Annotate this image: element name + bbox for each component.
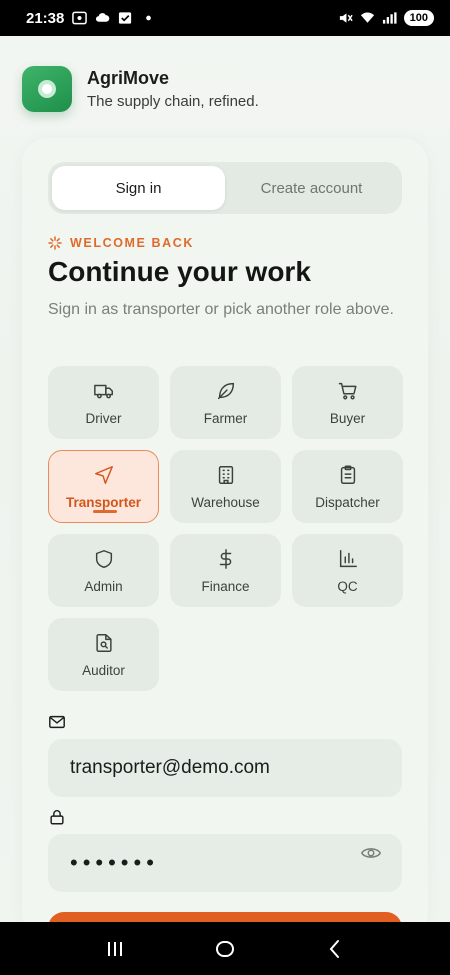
dollar-icon (219, 548, 231, 569)
app-name: AgriMove (87, 68, 170, 88)
screenshot-icon (72, 11, 88, 25)
mute-icon (339, 13, 353, 23)
role-label: Finance (201, 578, 250, 594)
role-label: Auditor (82, 662, 125, 678)
system-nav-bar (0, 922, 450, 975)
app-header: AgriMove The supply chain, refined. (22, 66, 259, 112)
dot-icon (146, 15, 152, 21)
building-icon (218, 465, 233, 484)
role-warehouse[interactable]: Warehouse (170, 450, 281, 523)
sparkle-icon (48, 236, 62, 250)
lock-icon (50, 810, 64, 825)
password-value: ••••••• (70, 850, 159, 875)
email-field[interactable] (48, 739, 402, 797)
shield-icon (95, 549, 112, 568)
cart-icon (338, 382, 357, 400)
role-farmer[interactable]: Farmer (170, 366, 281, 439)
signal-icon (382, 12, 397, 24)
status-bar: 21:38 100 (0, 0, 450, 36)
tab-create-account[interactable]: Create account (225, 166, 398, 210)
role-label: Transporter (65, 494, 142, 510)
tab-sign-in[interactable]: Sign in (52, 166, 225, 210)
bar-chart-icon (339, 549, 357, 567)
status-time: 21:38 (26, 9, 65, 27)
role-finance[interactable]: Finance (170, 534, 281, 607)
welcome-eyebrow: WELCOME BACK (48, 236, 194, 250)
role-label: QC (337, 578, 358, 594)
role-driver[interactable]: Driver (48, 366, 159, 439)
page-subtitle: Sign in as transporter or pick another r… (48, 301, 394, 318)
role-label: Admin (84, 578, 123, 594)
role-dispatcher[interactable]: Dispatcher (292, 450, 403, 523)
recent-apps-icon[interactable] (103, 937, 127, 961)
eyebrow-text: WELCOME BACK (70, 236, 195, 250)
eye-icon[interactable] (360, 842, 382, 864)
battery-indicator: 100 (403, 10, 434, 26)
checkbox-icon (119, 12, 132, 24)
role-auditor[interactable]: Auditor (48, 618, 159, 691)
leaf-icon (217, 382, 234, 399)
file-search-icon (95, 633, 112, 652)
role-label: Buyer (329, 410, 366, 426)
email-input[interactable] (70, 757, 380, 779)
mail-icon (49, 715, 65, 729)
role-transporter[interactable]: Transporter (48, 450, 159, 523)
role-qc[interactable]: QC (292, 534, 403, 607)
auth-tabs: Sign in Create account (48, 162, 402, 214)
truck-icon (93, 384, 113, 398)
password-field[interactable]: ••••••• (48, 834, 402, 892)
clipboard-icon (340, 465, 355, 484)
page-title: Continue your work (48, 256, 311, 287)
app-tagline: The supply chain, refined. (87, 93, 259, 110)
home-icon[interactable] (213, 937, 237, 961)
role-label: Driver (85, 410, 122, 426)
role-label: Dispatcher (315, 494, 380, 510)
role-admin[interactable]: Admin (48, 534, 159, 607)
role-buyer[interactable]: Buyer (292, 366, 403, 439)
wifi-icon (360, 12, 374, 23)
role-label: Warehouse (191, 494, 260, 510)
back-icon[interactable] (323, 937, 347, 961)
navigation-icon (94, 465, 113, 484)
app-logo (22, 66, 72, 112)
cloud-icon (96, 13, 110, 22)
role-label: Farmer (203, 410, 248, 426)
selected-indicator (93, 510, 117, 513)
